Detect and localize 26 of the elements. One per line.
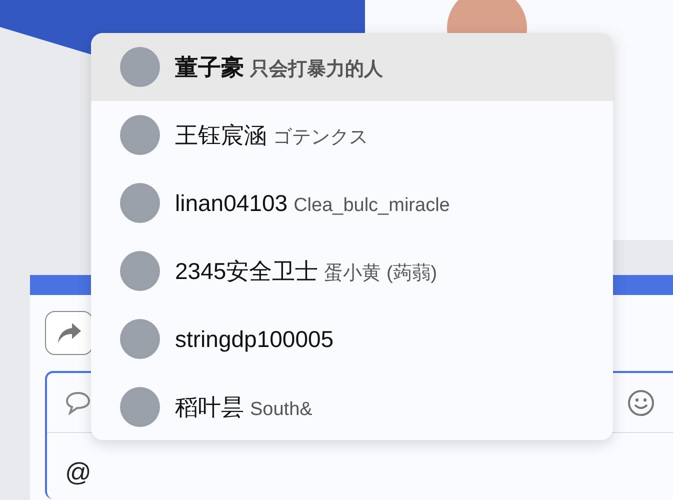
user-nickname: 蛋小黄 (蒟蒻) — [324, 262, 438, 284]
user-name: 董子豪 — [175, 54, 244, 80]
user-name: linan04103 — [175, 190, 288, 216]
chat-icon[interactable] — [65, 391, 91, 415]
share-icon — [56, 322, 82, 344]
user-nickname: 只会打暴力的人 — [250, 58, 383, 80]
user-option[interactable]: linan04103 Clea_bulc_miracle — [91, 169, 613, 237]
avatar-placeholder — [120, 251, 160, 291]
user-name: 稻叶昙 — [175, 394, 244, 420]
user-nickname: South& — [250, 398, 312, 420]
share-button[interactable] — [45, 311, 93, 355]
avatar-placeholder — [120, 115, 160, 155]
avatar-placeholder — [120, 387, 160, 427]
user-option[interactable]: 2345安全卫士 蛋小黄 (蒟蒻) — [91, 237, 613, 305]
user-nickname: ゴテンクス — [273, 126, 368, 148]
user-option[interactable]: stringdp100005 — [91, 305, 613, 373]
avatar-placeholder — [120, 183, 160, 223]
avatar-placeholder — [120, 47, 160, 87]
emoji-icon[interactable] — [627, 389, 655, 417]
user-option[interactable]: 董子豪 只会打暴力的人 — [91, 33, 613, 101]
avatar-placeholder — [120, 319, 160, 359]
user-name: 王钰宸涵 — [175, 122, 267, 148]
user-name: stringdp100005 — [175, 326, 334, 352]
user-option[interactable]: 王钰宸涵 ゴテンクス — [91, 101, 613, 169]
user-nickname: Clea_bulc_miracle — [294, 194, 450, 216]
user-name: 2345安全卫士 — [175, 258, 318, 284]
